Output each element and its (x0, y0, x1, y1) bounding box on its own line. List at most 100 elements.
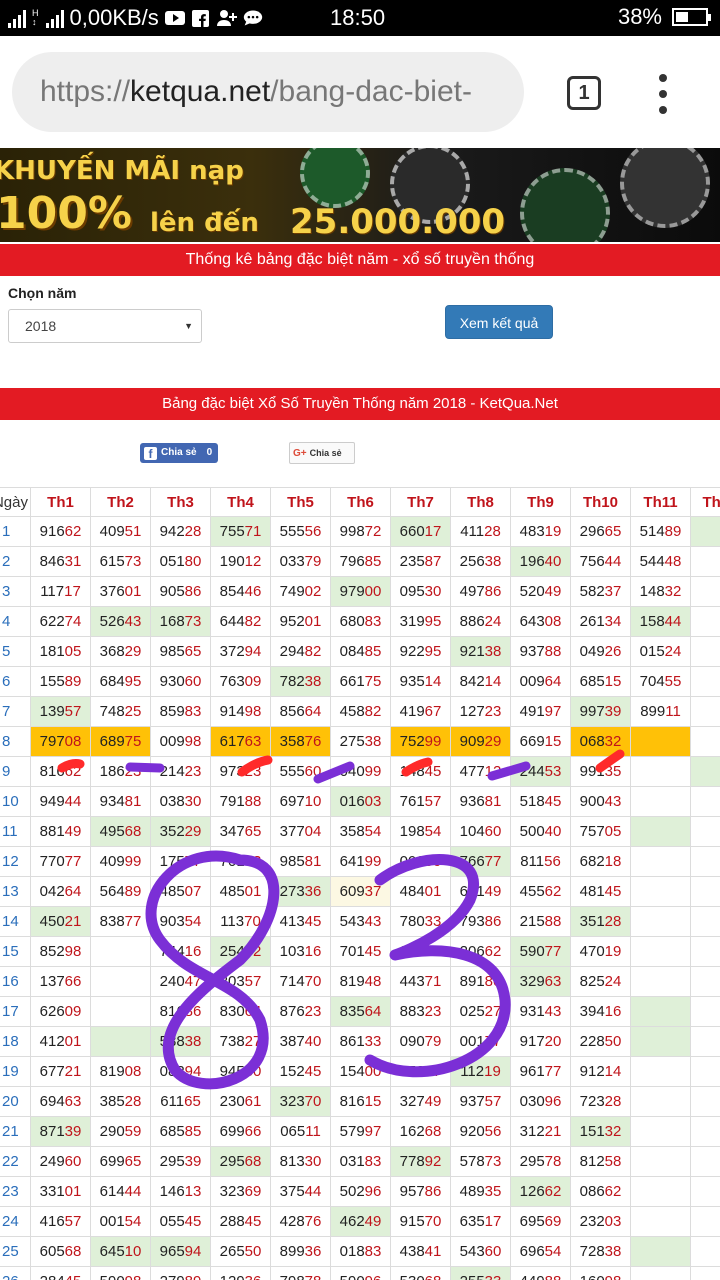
result-prefix: 323 (279, 1093, 305, 1110)
result-cell: 05180 (150, 546, 211, 577)
result-cell: 41345 (270, 906, 331, 937)
result-cell: 00964 (510, 666, 571, 697)
result-prefix: 158 (639, 613, 665, 630)
result-suffix: 39 (604, 703, 622, 720)
result-prefix: 696 (519, 1243, 545, 1260)
result-suffix: 14 (484, 673, 502, 690)
result-cell: 08294 (150, 1056, 211, 1087)
result-cell (630, 1146, 691, 1177)
result-prefix: 000 (399, 853, 425, 870)
result-prefix: 288 (219, 1213, 245, 1230)
result-suffix: 10 (304, 793, 322, 810)
result-prefix: 942 (159, 523, 185, 540)
result-suffix: 49 (544, 583, 562, 600)
result-cell: 87139 (30, 1116, 91, 1147)
result-cell: 98565 (150, 636, 211, 667)
result-prefix: 502 (339, 1183, 365, 1200)
result-cell: 90043 (570, 786, 631, 817)
result-suffix: 33 (485, 1273, 502, 1280)
result-suffix: 48 (664, 553, 682, 570)
result-suffix: 00 (364, 1063, 382, 1080)
result-cell: 24453 (510, 756, 571, 787)
day-cell: 3 (0, 576, 31, 607)
result-cell: 72838 (570, 1236, 631, 1267)
result-cell (690, 936, 720, 967)
result-prefix: 861 (339, 1033, 365, 1050)
result-suffix: 28 (604, 1093, 622, 1110)
result-cell (690, 1236, 720, 1267)
result-prefix: 965 (159, 1243, 185, 1260)
result-suffix: 87 (424, 553, 442, 570)
result-prefix: 148 (399, 763, 425, 780)
result-suffix: 20 (544, 1033, 562, 1050)
year-select[interactable]: 2018 ▼ (8, 309, 202, 343)
menu-icon[interactable] (655, 74, 671, 114)
result-cell: 75705 (570, 816, 631, 847)
result-prefix: 677 (39, 1063, 65, 1080)
result-cell: 52643 (90, 606, 151, 637)
view-results-button[interactable]: Xem kết quả (445, 305, 553, 339)
result-suffix: 25 (124, 703, 142, 720)
result-suffix: 44 (304, 1183, 322, 1200)
result-cell: 89180 (450, 966, 511, 997)
result-suffix: 60 (304, 763, 322, 780)
tab-switcher-button[interactable]: 1 (567, 76, 601, 110)
result-suffix: 53 (544, 763, 562, 780)
result-cell: 99135 (570, 756, 631, 787)
result-suffix: 44 (64, 793, 82, 810)
result-suffix: 64 (544, 673, 562, 690)
result-prefix: 701 (219, 853, 245, 870)
result-prefix: 920 (459, 1123, 485, 1140)
result-suffix: 11 (665, 703, 681, 720)
result-suffix: 35 (484, 1183, 502, 1200)
result-cell: 97900 (330, 576, 391, 607)
result-prefix: 813 (279, 1153, 305, 1170)
result-suffix: 19 (484, 1063, 501, 1080)
result-cell: 32369 (210, 1176, 271, 1207)
result-cell: 58237 (570, 576, 631, 607)
result-suffix: 83 (184, 703, 202, 720)
result-suffix: 64 (304, 703, 322, 720)
result-suffix: 32 (664, 583, 682, 600)
promo-banner[interactable]: KHUYẾN MÃI nạp 100% lên đến 25.000.000 (0, 148, 720, 242)
result-suffix: 45 (604, 883, 622, 900)
result-cell: 15245 (270, 1056, 331, 1087)
result-suffix: 60 (484, 1243, 502, 1260)
result-cell: 13957 (30, 696, 91, 727)
day-cell: 10 (0, 786, 31, 817)
result-prefix: 240 (159, 973, 185, 990)
facebook-share-button[interactable]: f Chia sẻ 0 (140, 443, 218, 463)
result-cell: 19640 (510, 546, 571, 577)
address-bar[interactable]: https://ketqua.net/bang-dac-biet- (12, 52, 524, 132)
day-cell: 4 (0, 606, 31, 637)
result-suffix: 77 (184, 853, 202, 870)
result-cell: 25638 (450, 546, 511, 577)
result-cell (630, 846, 691, 877)
result-prefix: 979 (339, 583, 365, 600)
result-cell: 88323 (390, 996, 451, 1027)
hspa-icon: H ↕ (32, 8, 39, 27)
result-prefix: 230 (219, 1093, 245, 1110)
result-prefix: 351 (579, 913, 605, 930)
result-cell: 59077 (510, 936, 571, 967)
result-prefix: 387 (279, 1033, 305, 1050)
result-suffix: 37 (364, 883, 382, 900)
result-suffix: 38 (364, 733, 382, 750)
result-suffix: 03 (364, 793, 382, 810)
result-prefix: 530 (400, 1273, 425, 1280)
google-share-button[interactable]: G+ Chia sẻ (289, 442, 355, 464)
result-cell: 13766 (30, 966, 91, 997)
result-prefix: 168 (159, 613, 185, 630)
result-suffix: 18 (604, 853, 622, 870)
result-cell: 03096 (510, 1086, 571, 1117)
result-prefix: 394 (579, 1003, 605, 1020)
result-cell: 59096 (330, 1266, 391, 1280)
result-suffix: 52 (244, 943, 262, 960)
result-prefix: 139 (39, 703, 65, 720)
result-prefix: 095 (399, 583, 425, 600)
result-cell: 56489 (90, 876, 151, 907)
result-cell (630, 816, 691, 847)
result-prefix: 854 (219, 583, 245, 600)
result-cell: 51489 (630, 516, 691, 547)
result-suffix: 43 (544, 1003, 562, 1020)
